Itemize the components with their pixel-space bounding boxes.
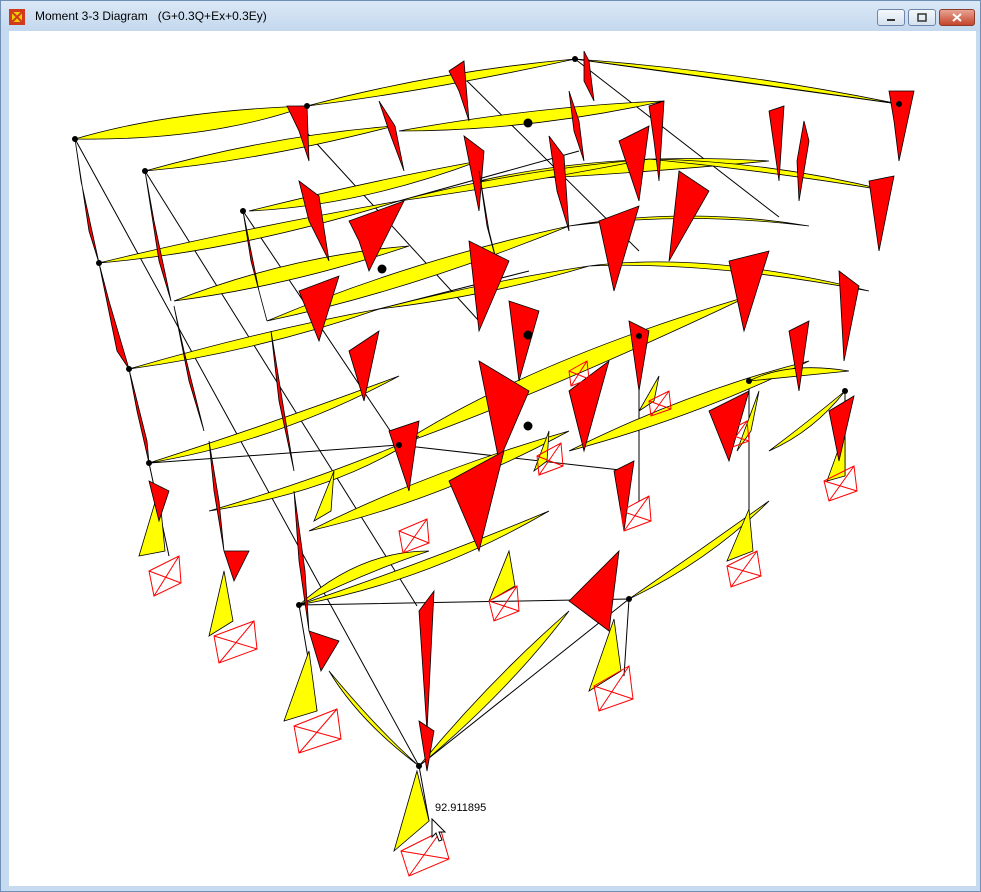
maximize-button[interactable]	[908, 9, 936, 26]
maximize-icon	[917, 13, 927, 22]
close-icon	[952, 13, 962, 22]
app-window: Moment 3-3 Diagram (G+0.3Q+Ex+0.3Ey) 92.…	[0, 0, 981, 892]
window-title: Moment 3-3 Diagram (G+0.3Q+Ex+0.3Ey)	[35, 9, 267, 23]
moment-diagram-viewport[interactable]: 92.911895	[9, 31, 976, 886]
title-bar[interactable]: Moment 3-3 Diagram (G+0.3Q+Ex+0.3Ey)	[1, 1, 980, 31]
moment-value-tooltip: 92.911895	[435, 802, 487, 814]
minimize-icon	[887, 18, 895, 21]
minimize-button[interactable]	[877, 9, 905, 26]
sap-app-icon[interactable]	[9, 9, 25, 25]
close-button[interactable]	[939, 9, 975, 26]
frame-3d-model	[72, 50, 915, 877]
